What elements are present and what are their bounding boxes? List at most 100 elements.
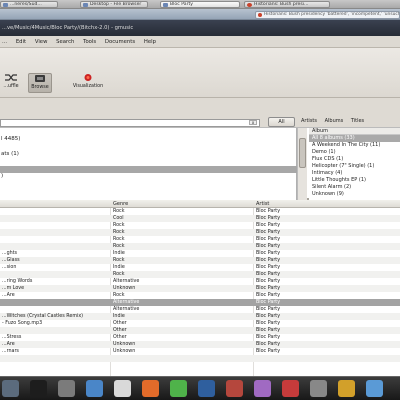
- sync-icon[interactable]: [282, 380, 299, 397]
- browse-icon: [35, 75, 45, 82]
- list-item[interactable]: [0, 159, 297, 166]
- table-row[interactable]: ...sion Indie Bloc Party: [0, 264, 400, 271]
- track-title: ...sion: [2, 265, 17, 270]
- table-row[interactable]: Rock Bloc Party: [0, 243, 400, 250]
- table-row[interactable]: ...Glass Rock Bloc Party: [0, 257, 400, 264]
- list-item[interactable]: ats (1): [0, 151, 297, 158]
- os-tab-bloc-party[interactable]: Bloc Party: [160, 1, 240, 8]
- album-item[interactable]: Unknown (9): [309, 191, 400, 198]
- browse-tabs: Artists Albums Titles: [301, 118, 370, 124]
- list-item[interactable]: l 4485): [0, 136, 297, 143]
- browser-panes: l 4485) ats (1) ) Album All 8 albums (33…: [0, 128, 400, 200]
- menu-search[interactable]: Search: [56, 36, 74, 48]
- filter-bar: x All Artists Albums Titles: [0, 98, 400, 128]
- all-button[interactable]: All: [268, 117, 295, 127]
- table-row[interactable]: Rock Bloc Party: [0, 222, 400, 229]
- table-row[interactable]: - Fuzo Song.mp3 Other Bloc Party: [0, 320, 400, 327]
- browser-icon[interactable]: [198, 380, 215, 397]
- table-row[interactable]: Rock Bloc Party: [0, 271, 400, 278]
- photos-icon[interactable]: [226, 380, 243, 397]
- menu-help[interactable]: Help: [144, 36, 156, 48]
- settings-icon[interactable]: [366, 380, 383, 397]
- track-list: Genre Artist Rock Bloc Party Cool Bloc Part…: [0, 200, 400, 376]
- clear-search-button[interactable]: x: [249, 120, 257, 125]
- list-item[interactable]: ): [0, 173, 297, 180]
- browse-button[interactable]: Browse: [28, 73, 52, 93]
- firefox-icon: [247, 3, 252, 7]
- terminal-icon[interactable]: [30, 380, 47, 397]
- menu-file[interactable]: ...: [2, 36, 7, 48]
- table-row[interactable]: Other Bloc Party: [0, 327, 400, 334]
- track-title: ...Stress: [2, 335, 22, 340]
- album-item-selected[interactable]: All 8 albums (33): [309, 135, 400, 142]
- track-genre: Rock: [113, 223, 125, 228]
- track-title: ...Glass: [2, 258, 20, 263]
- table-row[interactable]: ...ghts Indie Bloc Party: [0, 250, 400, 257]
- list-item[interactable]: [0, 143, 297, 150]
- table-row[interactable]: ...Are Rock Bloc Party: [0, 292, 400, 299]
- calendar-icon[interactable]: [114, 380, 131, 397]
- menu-tools[interactable]: Tools: [83, 36, 96, 48]
- tab-albums[interactable]: Albums: [325, 118, 344, 124]
- finder-icon[interactable]: [86, 380, 103, 397]
- album-item[interactable]: Intimacy (4): [309, 170, 400, 177]
- menu-view[interactable]: View: [35, 36, 48, 48]
- album-item[interactable]: A Weekend In The City (11): [309, 142, 400, 149]
- album-item[interactable]: Helicopter (7" Single) (1): [309, 163, 400, 170]
- terminal-icon: [3, 3, 8, 7]
- table-row[interactable]: ...m Love Unknown Bloc Party: [0, 285, 400, 292]
- secondary-bar: Historians: Bush presidency 'battered', …: [0, 9, 400, 20]
- column-header-genre[interactable]: Genre: [111, 200, 251, 208]
- track-artist: Bloc Party: [256, 230, 281, 235]
- menu-documents[interactable]: Documents: [105, 36, 135, 48]
- list-scrollbar[interactable]: [297, 128, 307, 200]
- music-icon: [163, 3, 168, 7]
- table-row[interactable]: ...Are Unknown Bloc Party: [0, 341, 400, 348]
- media-icon[interactable]: [142, 380, 159, 397]
- system-icon[interactable]: [310, 380, 327, 397]
- shuffle-button[interactable]: ...uffle: [0, 73, 22, 93]
- table-row[interactable]: Rock Bloc Party: [0, 208, 400, 215]
- list-item[interactable]: [0, 180, 297, 187]
- os-tab-terminal[interactable]: ...neres/Sud...: [0, 1, 58, 8]
- table-row[interactable]: Rock Bloc Party: [0, 236, 400, 243]
- list-item[interactable]: [0, 187, 297, 194]
- list-item-selected[interactable]: [0, 166, 297, 173]
- trash-icon[interactable]: [58, 380, 75, 397]
- menu-bar: ... Edit View Search Tools Documents Hel…: [0, 36, 400, 48]
- tab-artists[interactable]: Artists: [301, 118, 317, 124]
- table-row[interactable]: Cool Bloc Party: [0, 215, 400, 222]
- album-item[interactable]: Demo (1): [309, 149, 400, 156]
- history-field[interactable]: Historians: Bush presidency 'battered', …: [255, 11, 400, 19]
- dock: [0, 376, 400, 400]
- os-tab-file-browser[interactable]: Desktop - File Browser: [80, 1, 148, 8]
- table-row[interactable]: ...Witches (Crystal Castles Remix) Indie B…: [0, 313, 400, 320]
- menu-edit[interactable]: Edit: [16, 36, 26, 48]
- star-icon[interactable]: [338, 380, 355, 397]
- album-item[interactable]: Flux CDS (1): [309, 156, 400, 163]
- table-row[interactable]: ...ring Words Alternative Bloc Party: [0, 278, 400, 285]
- table-row[interactable]: Alternative Bloc Party: [0, 306, 400, 313]
- album-item[interactable]: Silent Alarm (2): [309, 184, 400, 191]
- os-tab-historians[interactable]: Historians: Bush presi...: [244, 1, 330, 8]
- table-row[interactable]: [0, 362, 400, 369]
- app-icon[interactable]: [2, 380, 19, 397]
- table-row[interactable]: ...rnars Unknown Bloc Party: [0, 348, 400, 355]
- search-input[interactable]: [0, 119, 260, 127]
- chat-icon[interactable]: [170, 380, 187, 397]
- tab-titles[interactable]: Titles: [351, 118, 364, 124]
- album-header[interactable]: Album: [309, 128, 400, 135]
- track-artist: Bloc Party: [256, 328, 281, 333]
- table-row[interactable]: Rock Bloc Party: [0, 229, 400, 236]
- folder-icon: [83, 3, 88, 7]
- music-icon[interactable]: [254, 380, 271, 397]
- column-header-artist[interactable]: Artist: [254, 200, 400, 208]
- scrollbar-thumb[interactable]: [299, 138, 306, 168]
- album-item[interactable]: Little Thoughts EP (1): [309, 177, 400, 184]
- os-tab-bar: ...neres/Sud... Desktop - File Browser B…: [0, 0, 400, 9]
- table-row[interactable]: ...Stress Other Bloc Party: [0, 334, 400, 341]
- visualization-button[interactable]: Visualization: [64, 73, 112, 93]
- list-item[interactable]: [0, 128, 297, 135]
- table-row[interactable]: [0, 355, 400, 362]
- table-row-selected[interactable]: Alternative Bloc Party: [0, 299, 400, 306]
